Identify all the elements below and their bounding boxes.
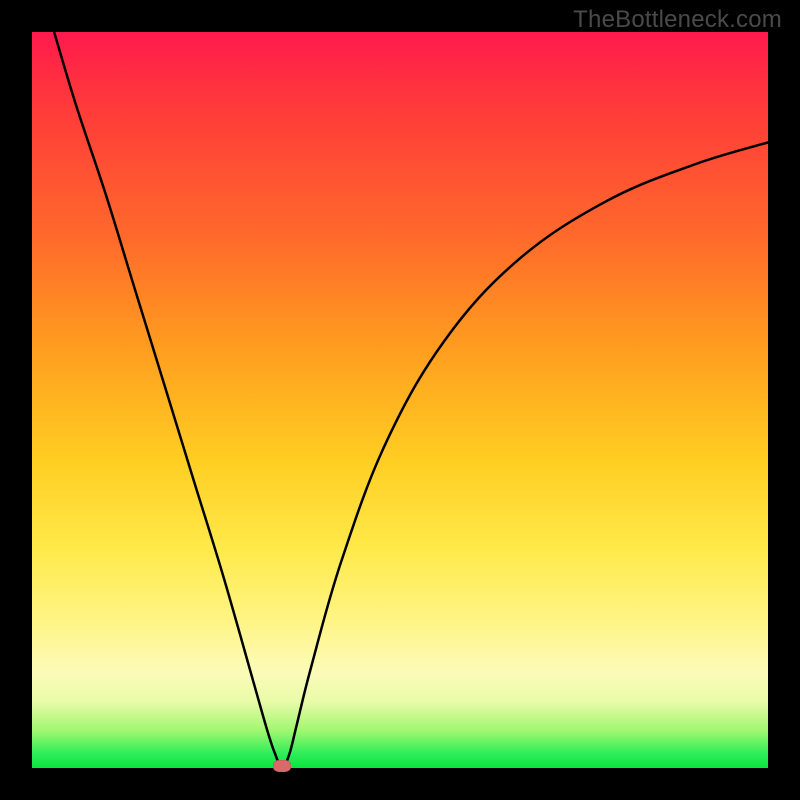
chart-frame: TheBottleneck.com — [0, 0, 800, 800]
optimal-point-marker — [273, 760, 291, 772]
bottleneck-curve — [32, 32, 768, 768]
watermark-text: TheBottleneck.com — [573, 6, 782, 34]
curve-path — [54, 32, 768, 768]
plot-area — [32, 32, 768, 768]
